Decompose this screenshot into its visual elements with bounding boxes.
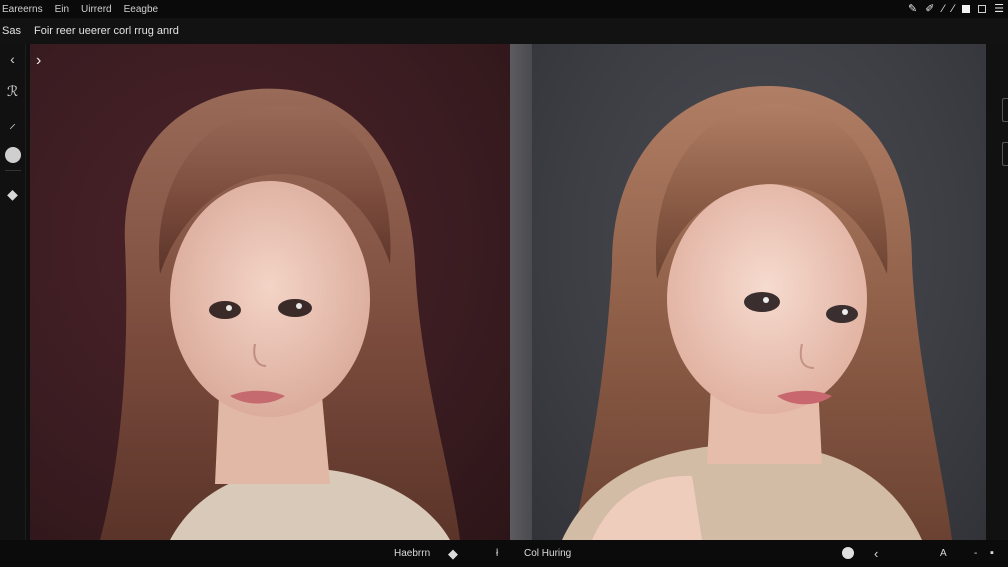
app-window: Eareerns Ein Uirrerd Eeagbe ✎ ✐ ⁄ ∕ ☰ Sa…	[0, 0, 1008, 567]
nav-forward-icon[interactable]: ›	[36, 52, 41, 70]
right-panel-rail	[986, 44, 1008, 540]
left-tool-rail: ‹ ℛ ⸝ ◆	[0, 44, 26, 540]
portrait-left-image	[100, 88, 460, 540]
dash-glyph: -	[974, 548, 978, 559]
layer-box-icon[interactable]	[978, 5, 987, 13]
top-right-tools: ✎ ✐ ⁄ ∕ ☰	[908, 0, 1004, 18]
record-circle-icon[interactable]	[842, 547, 854, 559]
separator-glyph: ł	[496, 548, 499, 559]
right-status-label: Col Huring	[524, 548, 572, 559]
undo-arrow-icon[interactable]: ‹	[874, 540, 878, 567]
pencil-icon[interactable]: ✐	[925, 0, 934, 18]
panel-tab-2[interactable]	[1002, 142, 1008, 166]
menu-item-2[interactable]: Ein	[53, 4, 73, 15]
end-glyph[interactable]: A	[940, 540, 947, 567]
line-icon[interactable]: ⁄	[942, 0, 944, 18]
diamond-icon[interactable]: ◆	[448, 540, 458, 567]
brush-icon[interactable]: ✎	[908, 0, 917, 18]
pen-tool-icon[interactable]: ⸝	[4, 114, 22, 132]
color-circle-icon[interactable]	[4, 146, 22, 164]
menu-item-3[interactable]: Uirrerd	[79, 4, 116, 15]
canvas-left-image[interactable]	[30, 44, 510, 540]
color-swatch-icon[interactable]	[962, 5, 971, 13]
lasso-tool-icon[interactable]: ℛ	[4, 82, 22, 100]
split-divider[interactable]	[510, 44, 532, 540]
menu-icon[interactable]: ☰	[994, 0, 1004, 18]
menu-bar: Eareerns Ein Uirrerd Eeagbe ✎ ✐ ⁄ ∕ ☰	[0, 0, 1008, 18]
document-title: Foir reer ueerer corl rrug anrd	[34, 25, 179, 37]
bottom-status-bar: Haebrrn ◆ ł Col Huring ‹ A - ▪	[0, 540, 1008, 567]
title-bar: Sas Foir reer ueerer corl rrug anrd	[0, 18, 1008, 44]
eraser-tool-icon[interactable]: ◆	[4, 185, 22, 203]
portrait-right-image	[562, 85, 952, 540]
menu-item-4[interactable]: Eeagbe	[122, 4, 162, 15]
canvas-right-image[interactable]	[532, 44, 986, 540]
grip-icon[interactable]: ▪	[990, 540, 994, 567]
panel-tab-1[interactable]	[1002, 98, 1008, 122]
menu-item-1[interactable]: Eareerns	[0, 4, 47, 15]
app-short-name: Sas	[2, 25, 21, 37]
stroke-icon[interactable]: ∕	[952, 0, 954, 18]
back-arrow-icon[interactable]: ‹	[4, 50, 22, 68]
left-status-label: Haebrrn	[394, 548, 431, 559]
rail-divider	[4, 170, 21, 171]
